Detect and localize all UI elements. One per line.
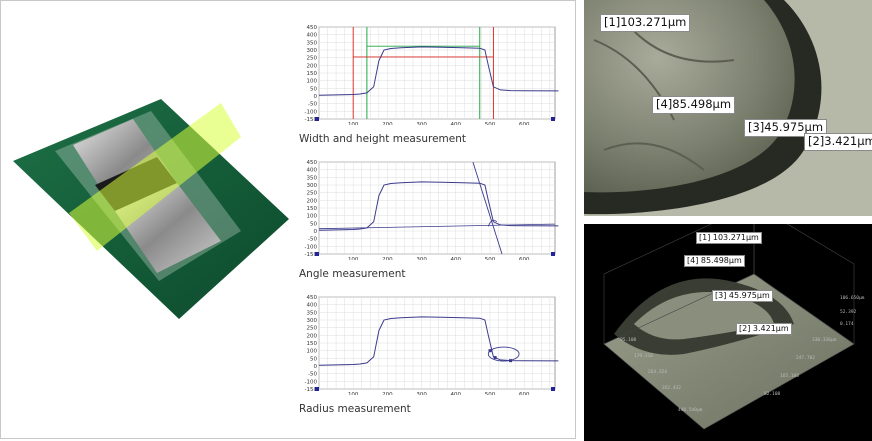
y-tick-label: 300 [307, 48, 318, 54]
chip-3d-illustration [9, 91, 294, 326]
y-tick-label: 100 [307, 79, 318, 85]
y-tick-label: 200 [307, 63, 318, 69]
axis-value: 247.702 [796, 356, 815, 361]
y-tick-label: 150 [307, 71, 318, 77]
y-tick-label: -100 [305, 379, 318, 385]
3d-label-3: [3] 45.975μm [712, 290, 773, 302]
micrograph-3d: [1] 103.271μm [4] 85.498μm [3] 45.975μm … [584, 224, 872, 441]
y-tick-label: 50 [310, 86, 317, 92]
y-tick-label: 300 [307, 183, 318, 189]
y-tick-label: 50 [310, 356, 317, 362]
y-tick-label: 300 [307, 318, 318, 324]
x-tick-label: 200 [382, 122, 393, 125]
x-tick-label: 500 [485, 257, 496, 260]
y-tick-label: 350 [307, 175, 318, 181]
x-tick-label: 400 [451, 392, 462, 395]
axis-value: 330.336μm [812, 338, 837, 343]
y-tick-label: 450 [307, 160, 318, 166]
x-tick-label: 300 [416, 122, 427, 125]
y-tick-label: 0 [314, 364, 318, 370]
y-tick-label: -50 [308, 237, 317, 243]
y-tick-label: 450 [307, 295, 318, 301]
y-tick-label: 350 [307, 40, 318, 46]
x-tick-label: 600 [519, 392, 530, 395]
y-tick-label: 150 [307, 206, 318, 212]
y-tick-label: 50 [310, 221, 317, 227]
y-tick-label: -50 [308, 372, 317, 378]
x-tick-label: 100 [348, 122, 359, 125]
micrograph-top: [1]103.271μm [4]85.498μm [3]45.975μm [2]… [584, 0, 872, 216]
axis-value: 179.216 [634, 354, 653, 359]
axis-marker [551, 117, 555, 121]
plot-width-height: -150 -100 -50 0 50 100 150 200 250 300 350 400 450 10… [297, 21, 559, 125]
caption-radius: Radius measurement [299, 403, 411, 415]
axis-value: 95.108 [620, 338, 637, 343]
y-tick-label: -50 [308, 102, 317, 108]
y-tick-label: 250 [307, 191, 318, 197]
axis-value: 82.108 [764, 392, 781, 397]
radius-point [488, 349, 492, 353]
y-tick-label: 0 [314, 229, 318, 235]
y-tick-label: -100 [305, 244, 318, 250]
y-tick-label: 250 [307, 56, 318, 62]
y-tick-label: 400 [307, 303, 318, 309]
y-tick-label: 100 [307, 349, 318, 355]
y-tick-label: -100 [305, 109, 318, 115]
y-tick-label: 0 [314, 94, 318, 100]
x-tick-label: 200 [382, 392, 393, 395]
x-tick-label: 300 [416, 257, 427, 260]
axis-marker [315, 387, 319, 391]
x-tick-label: 500 [485, 122, 496, 125]
3d-label-2: [2] 3.421μm [736, 323, 792, 335]
caption-width-height: Width and height measurement [299, 133, 466, 145]
x-tick-label: 600 [519, 122, 530, 125]
x-tick-label: 600 [519, 257, 530, 260]
x-tick-label: 500 [485, 392, 496, 395]
plot-radius: -150 -100 -50 0 50 100 150 200 250 300 350 400 450 10… [297, 291, 559, 395]
3d-label-1: [1] 103.271μm [696, 232, 762, 244]
y-tick-label: 150 [307, 341, 318, 347]
plot-angle: -150 -100 -50 0 50 100 150 200 250 300 350 400 450 10… [297, 156, 559, 260]
x-tick-label: 100 [348, 392, 359, 395]
measurement-label-2: [2]3.421μm [804, 133, 872, 151]
axis-marker [551, 387, 555, 391]
axis-value: 440.540μm [678, 408, 703, 413]
axis-value: 264.324 [648, 370, 667, 375]
y-tick-label: 100 [307, 214, 318, 220]
x-tick-label: 400 [451, 257, 462, 260]
x-tick-label: 100 [348, 257, 359, 260]
axis-value: 0.174 [840, 322, 854, 327]
y-tick-label: 400 [307, 168, 318, 174]
axis-value: 352.432 [662, 386, 681, 391]
axis-marker [315, 252, 319, 256]
left-panel: -150 -100 -50 0 50 100 150 200 250 300 350 400 450 10… [0, 0, 576, 439]
x-tick-label: 300 [416, 392, 427, 395]
y-tick-label: 400 [307, 33, 318, 39]
y-tick-label: 200 [307, 198, 318, 204]
y-tick-label: 200 [307, 333, 318, 339]
axis-value: 106.650μm [840, 296, 865, 301]
x-tick-label: 400 [451, 122, 462, 125]
y-tick-label: 450 [307, 25, 318, 31]
axis-value: 52.392 [840, 310, 857, 315]
3d-label-4: [4] 85.498μm [684, 255, 745, 267]
axis-marker [551, 252, 555, 256]
axis-marker [315, 117, 319, 121]
y-tick-label: 350 [307, 310, 318, 316]
y-tick-label: 250 [307, 326, 318, 332]
measurement-label-4: [4]85.498μm [652, 96, 736, 114]
x-tick-label: 200 [382, 257, 393, 260]
caption-angle: Angle measurement [299, 268, 406, 280]
axis-value: 165.108 [780, 374, 799, 379]
measurement-label-1: [1]103.271μm [600, 14, 691, 32]
